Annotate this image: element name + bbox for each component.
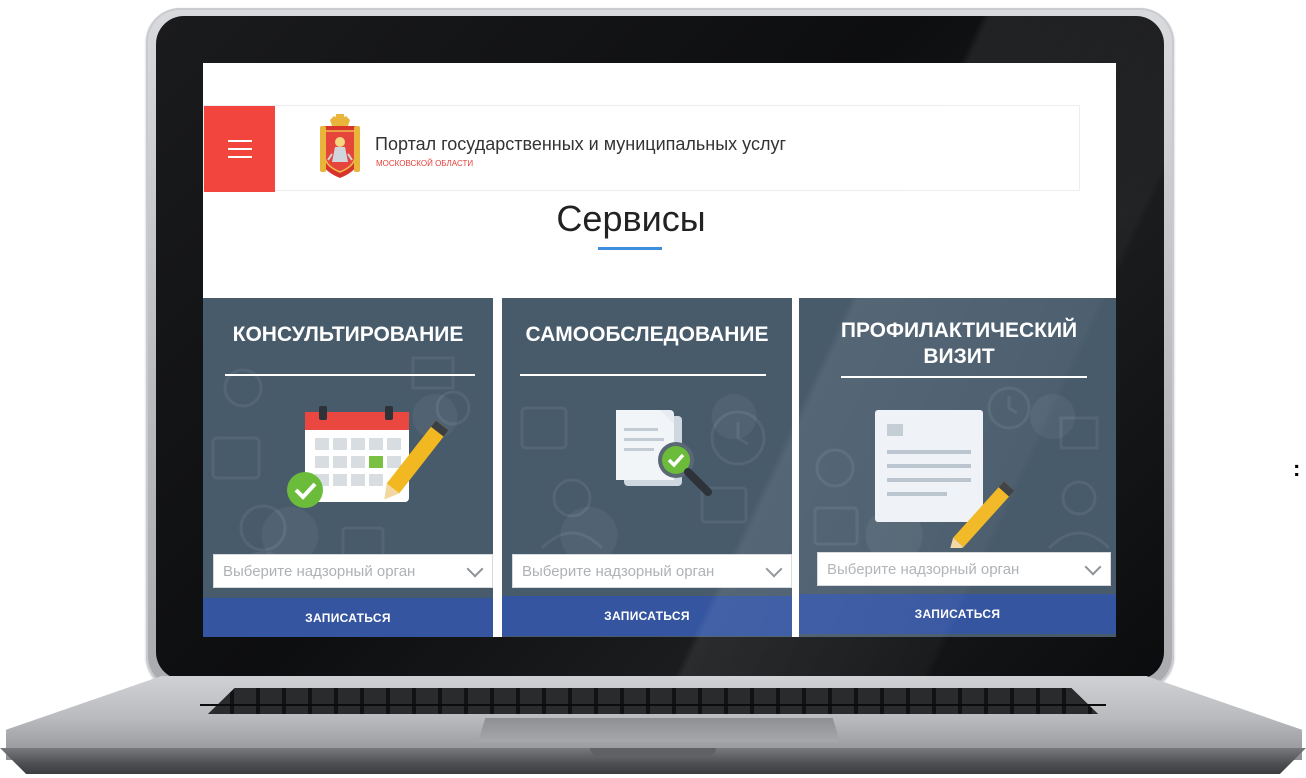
sign-up-button[interactable]: ЗАПИСАТЬСЯ [203, 598, 493, 637]
chevron-down-icon[interactable] [466, 560, 484, 578]
section-title-underline [598, 247, 662, 250]
moscow-oblast-coat-of-arms-icon[interactable] [318, 114, 362, 180]
card-title: ПРОФИЛАКТИЧЕСКИЙ ВИЗИТ [840, 319, 1078, 368]
edge-mark: : [1293, 456, 1301, 481]
select-placeholder: Выберите надзорный орган [827, 560, 1020, 578]
card-title-rule [520, 374, 766, 376]
card-title-rule [225, 374, 475, 376]
card-title-rule [841, 376, 1087, 378]
sign-up-button[interactable]: ЗАПИСАТЬСЯ [799, 594, 1116, 634]
laptop-keyboard [208, 688, 1098, 714]
supervisory-body-select[interactable]: Выберите надзорный орган [512, 554, 792, 588]
portal-title[interactable]: Портал государственных и муниципальных у… [375, 134, 786, 155]
document-pencil-icon [875, 410, 1015, 548]
select-placeholder: Выберите надзорный орган [522, 562, 715, 580]
hamburger-menu-icon[interactable] [227, 140, 252, 158]
service-card-consulting: КОНСУЛЬТИРОВАНИЕ Выберите надзорный орга… [203, 298, 493, 637]
service-card-preventive-visit: ПРОФИЛАКТИЧЕСКИЙ ВИЗИТ Выберите надзорны… [799, 298, 1116, 637]
card-title: КОНСУЛЬТИРОВАНИЕ [232, 323, 464, 346]
laptop-touchpad [478, 718, 840, 742]
section-title: Сервисы [556, 198, 706, 239]
chevron-down-icon[interactable] [765, 560, 783, 578]
laptop-screen: Портал государственных и муниципальных у… [203, 63, 1116, 637]
laptop-base-notch [590, 748, 716, 756]
menu-button[interactable] [204, 106, 275, 192]
site-header: Портал государственных и муниципальных у… [203, 105, 1080, 192]
select-placeholder: Выберите надзорный орган [223, 562, 416, 580]
chevron-down-icon[interactable] [1084, 558, 1102, 576]
calendar-pencil-check-icon [287, 406, 449, 508]
sign-up-button[interactable]: ЗАПИСАТЬСЯ [502, 596, 792, 636]
supervisory-body-select[interactable]: Выберите надзорный орган [213, 554, 493, 588]
documents-magnifier-check-icon [616, 410, 712, 496]
supervisory-body-select[interactable]: Выберите надзорный орган [817, 552, 1111, 586]
portal-subtitle: МОСКОВСКОЙ ОБЛАСТИ [376, 159, 474, 168]
service-card-self-inspection: САМООБСЛЕДОВАНИЕ Выберите надзорный орга… [502, 298, 792, 637]
keyboard-divider [200, 704, 1106, 706]
card-title: САМООБСЛЕДОВАНИЕ [525, 323, 769, 346]
